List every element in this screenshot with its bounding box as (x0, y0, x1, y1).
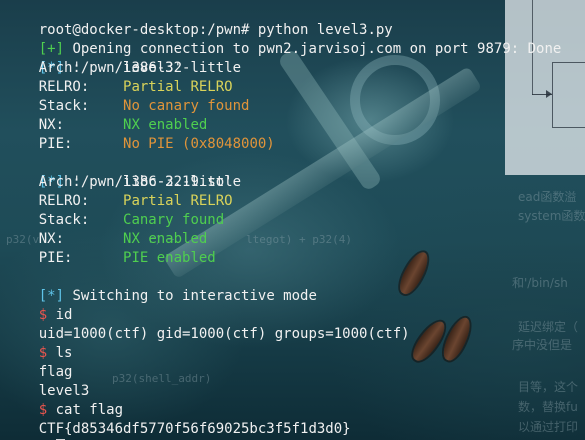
terminal-line: $ id (5, 287, 73, 323)
checksec-row: NX: NX enabled (5, 116, 208, 135)
checksec-value: Partial RELRO (123, 79, 233, 95)
checksec-row: Stack: Canary found (5, 211, 224, 230)
checksec-row: PIE: No PIE (0x8048000) (5, 135, 275, 154)
checksec-value: i386-32-little (123, 60, 242, 76)
output-text: uid=1000(ctf) gid=1000(ctf) groups=1000(… (38, 326, 410, 342)
checksec-key: PIE: (38, 136, 73, 152)
checksec-row: Arch: i386-32-little (5, 59, 241, 78)
checksec-value: i386-32-little (123, 174, 242, 190)
output-text: Switching to interactive mode (72, 288, 317, 304)
checksec-key: RELRO: (38, 79, 90, 95)
checksec-row: PIE: PIE enabled (5, 249, 216, 268)
terminal-line: root@docker-desktop:/pwn# python level3.… (5, 2, 393, 38)
checksec-row: NX: NX enabled (5, 230, 208, 249)
terminal-line: CTF{d85346df5770f56f69025bc3f5f1d3d0} (5, 401, 351, 437)
terminal-input-line[interactable]: $ (5, 420, 65, 440)
terminal-line: $ ls (5, 325, 73, 361)
checksec-value: PIE enabled (123, 250, 216, 266)
terminal-line: uid=1000(ctf) gid=1000(ctf) groups=1000(… (5, 306, 410, 342)
flag-output: CTF{d85346df5770f56f69025bc3f5f1d3d0} (38, 421, 351, 437)
terminal-line: [+] Opening connection to pwn2.jarvisoj.… (5, 21, 562, 57)
checksec-value: Partial RELRO (123, 193, 233, 209)
terminal-line: flag (5, 344, 73, 380)
terminal-line: [*] '/pwn/libc-2.19.so' (5, 154, 233, 190)
checksec-value: Canary found (123, 212, 225, 228)
terminal-line: $ cat flag (5, 382, 123, 418)
checksec-value: NX enabled (123, 231, 208, 247)
checksec-value: No canary found (123, 98, 250, 114)
terminal-line: level3 (5, 363, 90, 399)
checksec-key: NX: (38, 231, 65, 247)
checksec-key: RELRO: (38, 193, 90, 209)
checksec-key: Arch: (38, 174, 81, 190)
checksec-row: Stack: No canary found (5, 97, 250, 116)
terminal-line: [*] '/pwn/level3' (5, 40, 182, 76)
checksec-row: RELRO: Partial RELRO (5, 192, 233, 211)
terminal-window[interactable]: root@docker-desktop:/pwn# python level3.… (0, 0, 585, 440)
checksec-value: NX enabled (123, 117, 208, 133)
checksec-row: Arch: i386-32-little (5, 173, 241, 192)
checksec-key: Stack: (38, 212, 90, 228)
checksec-key: Stack: (38, 98, 90, 114)
checksec-key: PIE: (38, 250, 73, 266)
checksec-row: RELRO: Partial RELRO (5, 78, 233, 97)
terminal-line: [*] Switching to interactive mode (5, 268, 317, 304)
checksec-key: NX: (38, 117, 65, 133)
checksec-value: No PIE (0x8048000) (123, 136, 275, 152)
checksec-key: Arch: (38, 60, 81, 76)
